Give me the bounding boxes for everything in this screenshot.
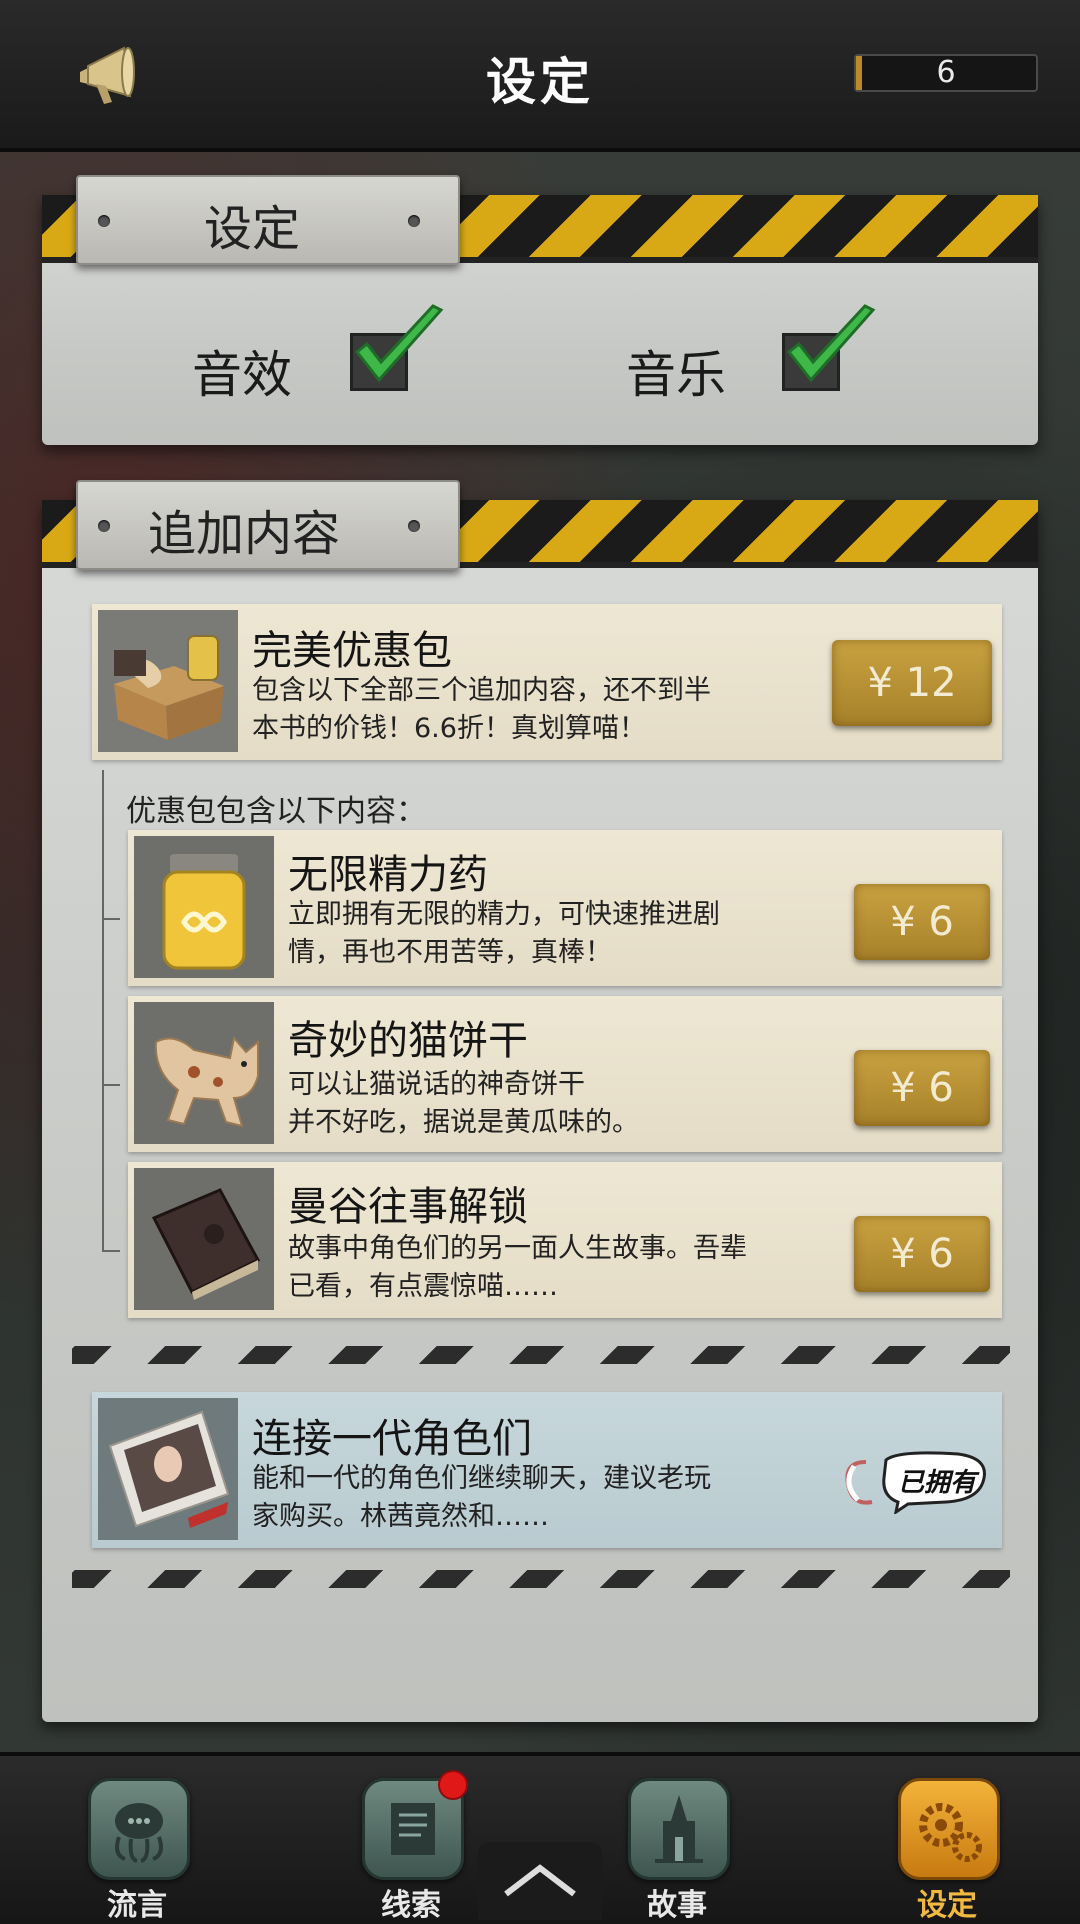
rivet-icon xyxy=(98,215,110,227)
tree-connector xyxy=(102,1250,120,1252)
connect-description: 能和一代的角色们继续聊天，建议老玩 家购买。林茜竟然和…… xyxy=(252,1463,711,1532)
energy-counter: 6 xyxy=(854,54,1038,92)
notification-badge-icon xyxy=(438,1770,468,1800)
addon-title: 曼谷往事解锁 xyxy=(288,1184,528,1230)
addons-tab-label: 追加内容 xyxy=(148,506,341,562)
addon-description: 立即拥有无限的精力，可快速推进剧 情，再也不用苦等，真棒！ xyxy=(288,899,720,968)
addon-item-bangkok-story[interactable]: 曼谷往事解锁 故事中角色们的另一面人生故事。吾辈 已看，有点震惊喵…… ¥ 6 xyxy=(128,1162,1002,1318)
owned-stamp: 已拥有 xyxy=(838,1444,990,1514)
nav-label: 设定 xyxy=(917,1888,977,1923)
bundle-description: 包含以下全部三个追加内容，还不到半 本书的价钱！6.6折！真划算喵！ xyxy=(252,675,711,744)
octopus-speech-icon xyxy=(88,1778,190,1880)
music-label: 音乐 xyxy=(626,346,726,404)
settings-panel: 设定 音效 音乐 xyxy=(42,175,1038,445)
cat-cookie-icon xyxy=(134,1002,274,1144)
chevron-up-icon xyxy=(504,1864,576,1897)
addon-item-cat-cookie[interactable]: 奇妙的猫饼干 可以让猫说话的神奇饼干 并不好吃，据说是黄瓜味的。 ¥ 6 xyxy=(128,996,1002,1152)
gear-icon xyxy=(898,1778,1000,1880)
addon-item-infinite-energy[interactable]: 无限精力药 立即拥有无限的精力，可快速推进剧 情，再也不用苦等，真棒！ ¥ 6 xyxy=(128,830,1002,986)
connect-title: 连接一代角色们 xyxy=(252,1416,532,1462)
potion-jar-icon xyxy=(134,836,274,978)
bundle-title: 完美优惠包 xyxy=(252,628,452,674)
photo-frame-icon xyxy=(98,1398,238,1540)
nav-label: 故事 xyxy=(647,1888,707,1923)
rivet-icon xyxy=(408,520,420,532)
nav-story[interactable]: 故事 xyxy=(622,1778,732,1924)
book-icon xyxy=(134,1168,274,1310)
dashed-divider xyxy=(72,1346,1010,1364)
addon-price-button[interactable]: ¥ 6 xyxy=(854,884,990,960)
tree-connector xyxy=(102,918,120,920)
dashed-divider xyxy=(72,1570,1010,1588)
tree-connector xyxy=(102,1084,120,1086)
sound-effects-checkbox[interactable] xyxy=(350,304,444,391)
addon-title: 无限精力药 xyxy=(288,852,488,898)
nav-label: 线索 xyxy=(381,1888,441,1923)
rivet-icon xyxy=(98,520,110,532)
addons-panel: 追加内容 完美优惠包 包含以下全部三个追加内容，还不到半 本书的价钱！6.6折！… xyxy=(42,480,1038,1722)
addons-tab: 追加内容 xyxy=(76,480,460,570)
sound-effects-label: 音效 xyxy=(192,346,292,404)
settings-tab-label: 设定 xyxy=(204,201,301,257)
checkmark-icon xyxy=(354,304,444,383)
rivet-icon xyxy=(408,215,420,227)
settings-tab: 设定 xyxy=(76,175,460,265)
nav-clues[interactable]: 线索 xyxy=(356,1770,468,1924)
addon-price-button[interactable]: ¥ 6 xyxy=(854,1216,990,1292)
top-bar: 设定 6 xyxy=(0,0,1080,152)
bundle-price-button[interactable]: ¥ 12 xyxy=(832,640,992,726)
music-checkbox[interactable] xyxy=(782,304,876,391)
nav-settings[interactable]: 设定 xyxy=(892,1778,1002,1924)
addon-description: 故事中角色们的另一面人生故事。吾辈 已看，有点震惊喵…… xyxy=(288,1233,747,1302)
expand-up-button[interactable] xyxy=(478,1842,602,1920)
included-label: 优惠包包含以下内容： xyxy=(126,794,426,829)
checkmark-icon xyxy=(786,304,876,383)
addon-title: 奇妙的猫饼干 xyxy=(288,1018,528,1064)
tree-connector xyxy=(102,770,104,1250)
addon-description: 可以让猫说话的神奇饼干 并不好吃，据说是黄瓜味的。 xyxy=(288,1069,639,1138)
gift-box-icon xyxy=(98,610,238,752)
addon-price-button[interactable]: ¥ 6 xyxy=(854,1050,990,1126)
nav-rumors[interactable]: 流言 xyxy=(82,1778,192,1924)
tower-icon xyxy=(628,1778,730,1880)
nav-label: 流言 xyxy=(107,1888,167,1923)
bundle-card[interactable]: 完美优惠包 包含以下全部三个追加内容，还不到半 本书的价钱！6.6折！真划算喵！… xyxy=(92,604,1002,760)
owned-status: 已拥有 xyxy=(898,1468,977,1498)
